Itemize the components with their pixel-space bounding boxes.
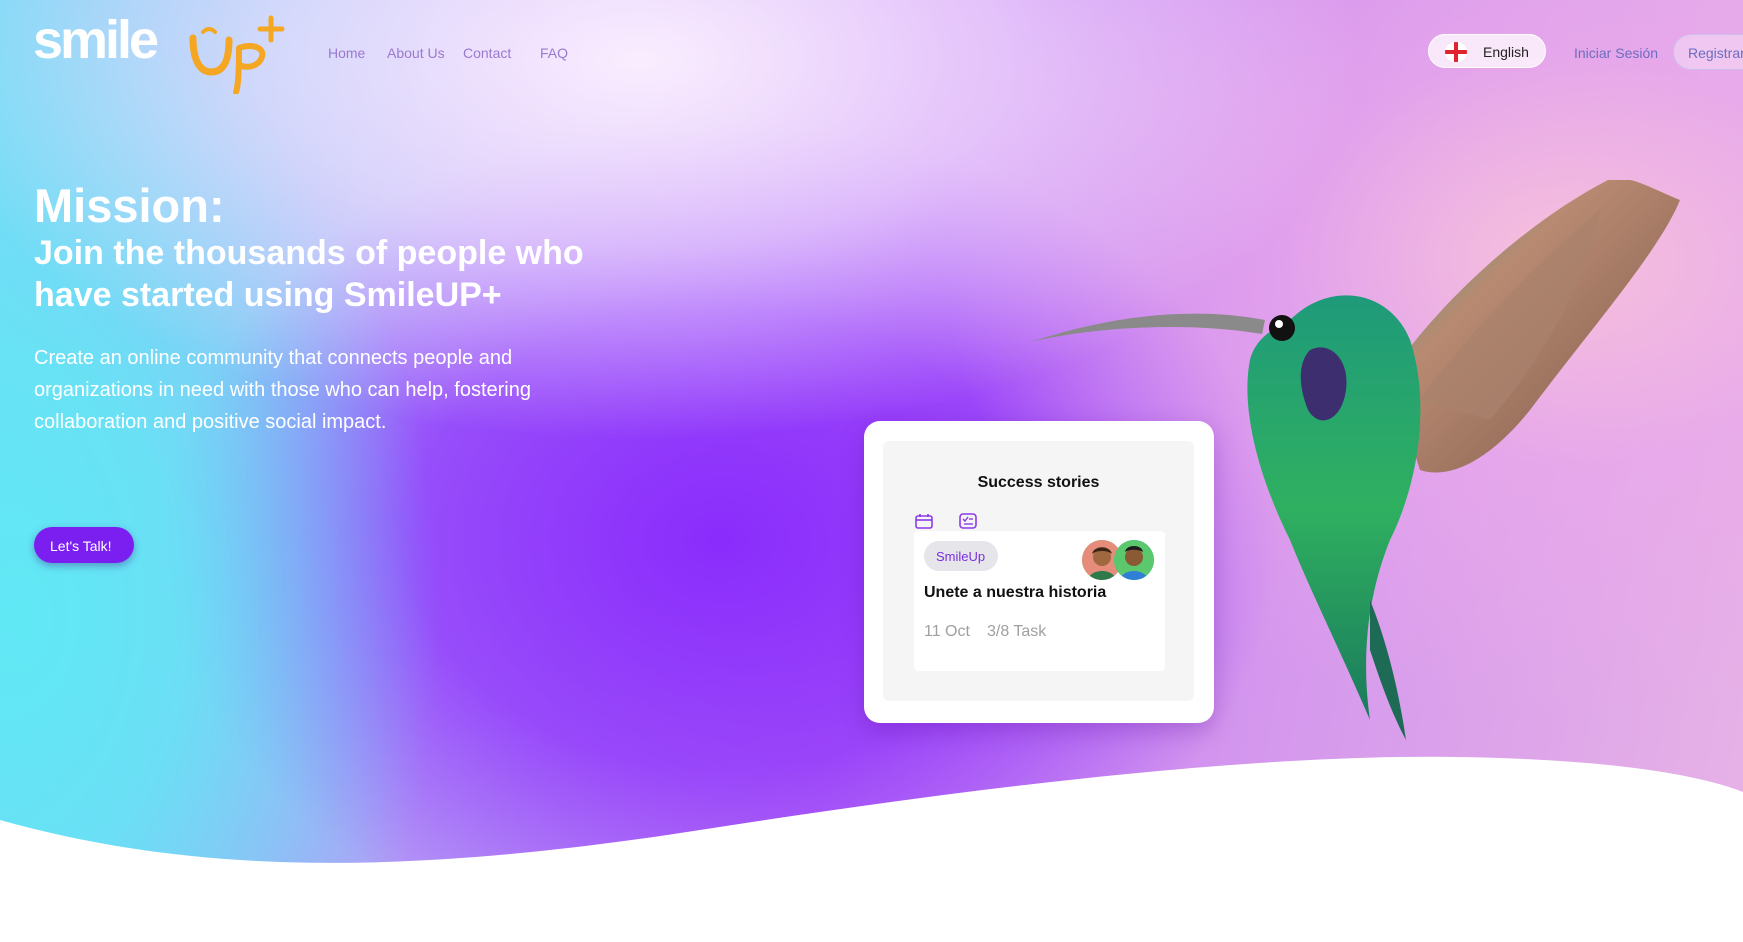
mission-title: Mission:: [34, 179, 225, 232]
task-title: Unete a nuestra historia: [924, 584, 1107, 601]
card-inner-panel: Success stories SmileUp Unete a nuestra …: [883, 441, 1194, 701]
nav-home[interactable]: Home: [328, 45, 365, 61]
task-tag: SmileUp: [924, 541, 998, 571]
lets-talk-button[interactable]: Let's Talk!: [34, 527, 134, 563]
register-label: Registrarse: [1688, 45, 1743, 61]
task-list-icon[interactable]: [959, 513, 977, 529]
login-link[interactable]: Iniciar Sesión: [1574, 45, 1658, 61]
hero-description: Create an online community that connects…: [34, 347, 531, 433]
avatar: [1114, 540, 1154, 580]
nav-faq[interactable]: FAQ: [540, 45, 568, 61]
nav-about-us[interactable]: About Us: [387, 45, 445, 61]
smileup-logo[interactable]: smile: [33, 10, 289, 95]
task-date: 11 Oct: [924, 623, 970, 640]
story-task-item[interactable]: SmileUp Unete a nuestra historia 11 Oct …: [914, 531, 1165, 671]
register-button[interactable]: Registrarse: [1673, 34, 1743, 70]
hero-headline: Join the thousands of people who have st…: [34, 234, 584, 314]
england-flag-icon: [1445, 42, 1467, 62]
lets-talk-label: Let's Talk!: [50, 538, 112, 554]
language-selector[interactable]: English: [1428, 34, 1546, 68]
task-progress: 3/8 Task: [987, 623, 1047, 640]
nav-contact[interactable]: Contact: [463, 45, 511, 61]
language-label: English: [1483, 44, 1529, 60]
task-tag-label: SmileUp: [936, 549, 986, 564]
calendar-icon[interactable]: [915, 513, 933, 529]
logo-wordmark: smile: [33, 10, 158, 70]
card-title: Success stories: [977, 474, 1100, 491]
success-stories-card: Success stories SmileUp Unete a nuestra …: [864, 421, 1214, 723]
